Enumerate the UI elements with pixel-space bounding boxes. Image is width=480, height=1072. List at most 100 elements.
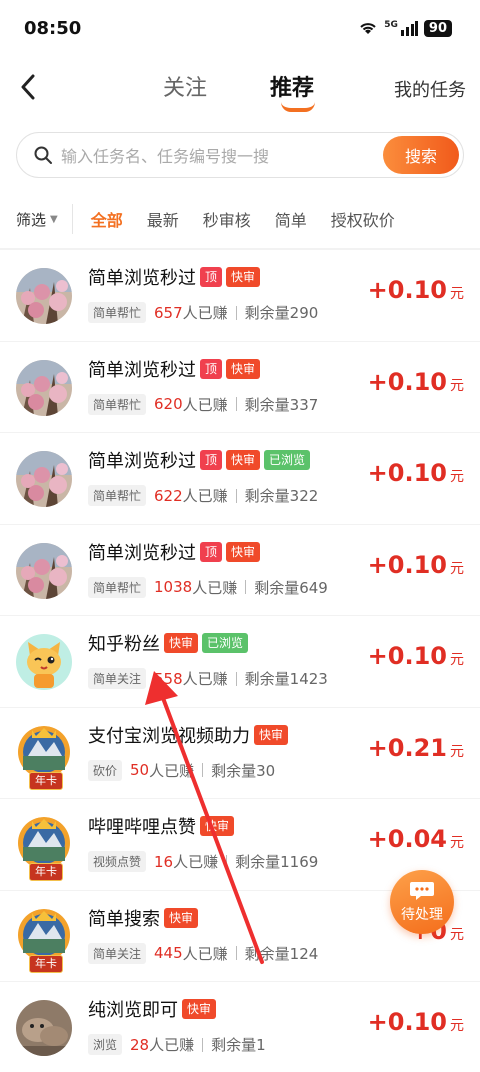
task-title-line: 简单浏览秒过顶快审 已浏览 [88,447,311,473]
remaining-count: 剩余量124 [244,944,319,963]
task-type-tag: 简单帮忙 [88,393,147,415]
category-instant-review[interactable]: 秒审核 [203,207,251,231]
task-meta: 浏览 28 人已赚 剩余量1 [88,1034,266,1055]
earned-count: 50 [130,761,150,779]
task-avatar [16,1000,72,1056]
search-section: 输入任务名、任务编号搜一搜 搜索 [0,122,480,190]
task-avatar [16,634,72,690]
meta-divider [235,397,237,411]
reward-unit: 元 [450,926,464,943]
earned-count: 1038 [154,578,193,596]
task-row[interactable]: 知乎粉丝 快审 已浏览 简单关注 558 人已赚 剩余量1423 +0.10 元 [0,616,480,707]
reward-unit: 元 [450,652,464,668]
category-auth-bargain[interactable]: 授权砍价 [331,207,395,231]
annual-card-badge: 年卡 [29,863,63,881]
remaining-count: 剩余量337 [244,395,319,414]
task-type-tag: 简单帮忙 [88,302,147,323]
viewed-tag: 已浏览 [202,633,249,653]
task-title-line: 简单浏览秒过顶快审 [88,264,261,290]
task-reward: +0.10 元 [368,459,464,487]
tab-recommend[interactable]: 推荐 [270,70,314,102]
task-reward: +0.10 元 [368,276,464,304]
reward-amount: +0.10 [367,642,447,670]
fast-review-tag: 快审 [182,999,217,1019]
chat-bubble-icon [410,882,434,900]
earned-suffix: 人已赚 [182,487,228,505]
meta-divider [202,763,204,777]
earned-count: 622 [154,486,183,505]
filter-bar: 筛选 ▼ 全部 最新 秒审核 简单 授权砍价 [0,190,480,248]
meta-divider [235,946,237,960]
category-simple[interactable]: 简单 [275,207,307,231]
remaining-count: 剩余量1 [211,1036,266,1054]
chevron-left-icon [21,74,35,100]
task-row[interactable]: 简单浏览秒过顶快审 已浏览 简单帮忙 622 人已赚 剩余量322 +0.10 元 [0,433,480,524]
task-title: 简单浏览秒过 [88,451,196,472]
task-type-tag: 简单帮忙 [88,576,147,598]
earned-suffix: 人已赚 [192,578,238,597]
top-nav: 关注 推荐 我的任务 [0,56,480,122]
pending-label: 待处理 [401,907,443,923]
task-reward: +0.10 元 [368,1008,464,1036]
task-title: 支付宝浏览视频助力 [88,725,250,747]
fast-review-tag: 快审 [200,816,235,836]
earned-suffix: 人已赚 [182,670,228,688]
signal-icon [400,21,418,36]
reward-amount: +0.04 [367,825,447,853]
search-input[interactable]: 输入任务名、任务编号搜一搜 [61,143,383,167]
reward-amount: +0.21 [367,733,447,762]
top-tag: 顶 [200,267,223,287]
meta-divider [245,580,247,594]
reward-unit: 元 [450,1018,464,1034]
task-avatar [16,359,72,416]
filter-button[interactable]: 筛选 ▼ [16,204,73,234]
task-type-tag: 浏览 [88,1034,123,1055]
meta-divider [226,854,228,869]
task-meta: 简单帮忙 622 人已赚 剩余量322 [88,485,318,506]
wifi-icon [360,23,376,34]
my-tasks-link[interactable]: 我的任务 [394,76,466,102]
category-all[interactable]: 全部 [91,207,123,231]
reward-amount: +0.10 [367,1008,447,1036]
network-label: 5G [384,19,398,30]
task-list: 简单浏览秒过顶快审 简单帮忙 657 人已赚 剩余量290 +0.10 元简单浏览秒过顶快审… [0,250,480,1072]
task-row[interactable]: 年卡 支付宝浏览视频助力 快审 砍价 50 人已赚 剩余量30 +0.21 元 [0,707,480,798]
reward-unit: 元 [450,743,464,760]
task-title-line: 简单浏览秒过顶快审 [88,539,261,565]
task-title-line: 纯浏览即可 快审 [88,996,217,1022]
task-row[interactable]: 纯浏览即可 快审浏览 28 人已赚 剩余量1 +0.10 元 [0,982,480,1072]
task-reward: +0.10 元 [368,551,464,579]
annual-card-badge: 年卡 [29,771,63,790]
reward-unit: 元 [450,286,464,302]
pending-button[interactable]: 待处理 [390,870,454,934]
task-type-tag: 简单帮忙 [88,485,147,506]
earned-count: 657 [154,303,183,322]
task-title: 简单浏览秒过 [88,359,196,381]
task-row[interactable]: 简单浏览秒过顶快审 简单帮忙 657 人已赚 剩余量290 +0.10 元 [0,250,480,341]
task-avatar [16,542,72,599]
task-title: 简单浏览秒过 [88,542,196,564]
tab-follow[interactable]: 关注 [163,70,207,102]
reward-unit: 元 [450,560,464,577]
filter-label: 筛选 [16,210,47,229]
task-avatar [16,451,72,507]
task-meta: 简单帮忙 1038 人已赚 剩余量649 [88,576,328,598]
back-button[interactable] [14,70,42,104]
task-row[interactable]: 简单浏览秒过顶快审 简单帮忙 1038 人已赚 剩余量649 +0.10 元 [0,524,480,615]
earned-suffix: 人已赚 [182,304,228,322]
reward-amount: +0.10 [367,276,447,304]
task-meta: 砍价 50 人已赚 剩余量30 [88,759,275,781]
task-type-tag: 简单关注 [88,942,147,964]
task-title: 哔哩哔哩点赞 [88,817,196,838]
fast-review-tag: 快审 [164,907,199,928]
meta-divider [235,488,237,503]
fast-review-tag: 快审 [226,450,261,470]
category-latest[interactable]: 最新 [147,207,179,231]
annual-card-badge: 年卡 [29,954,63,973]
task-title: 简单浏览秒过 [88,268,196,289]
task-row[interactable]: 简单浏览秒过顶快审 简单帮忙 620 人已赚 剩余量337 +0.10 元 [0,341,480,432]
earned-count: 16 [154,852,174,871]
task-reward: +0.21 元 [368,734,464,762]
search-button[interactable]: 搜索 [383,136,459,174]
task-title: 纯浏览即可 [88,1000,178,1021]
